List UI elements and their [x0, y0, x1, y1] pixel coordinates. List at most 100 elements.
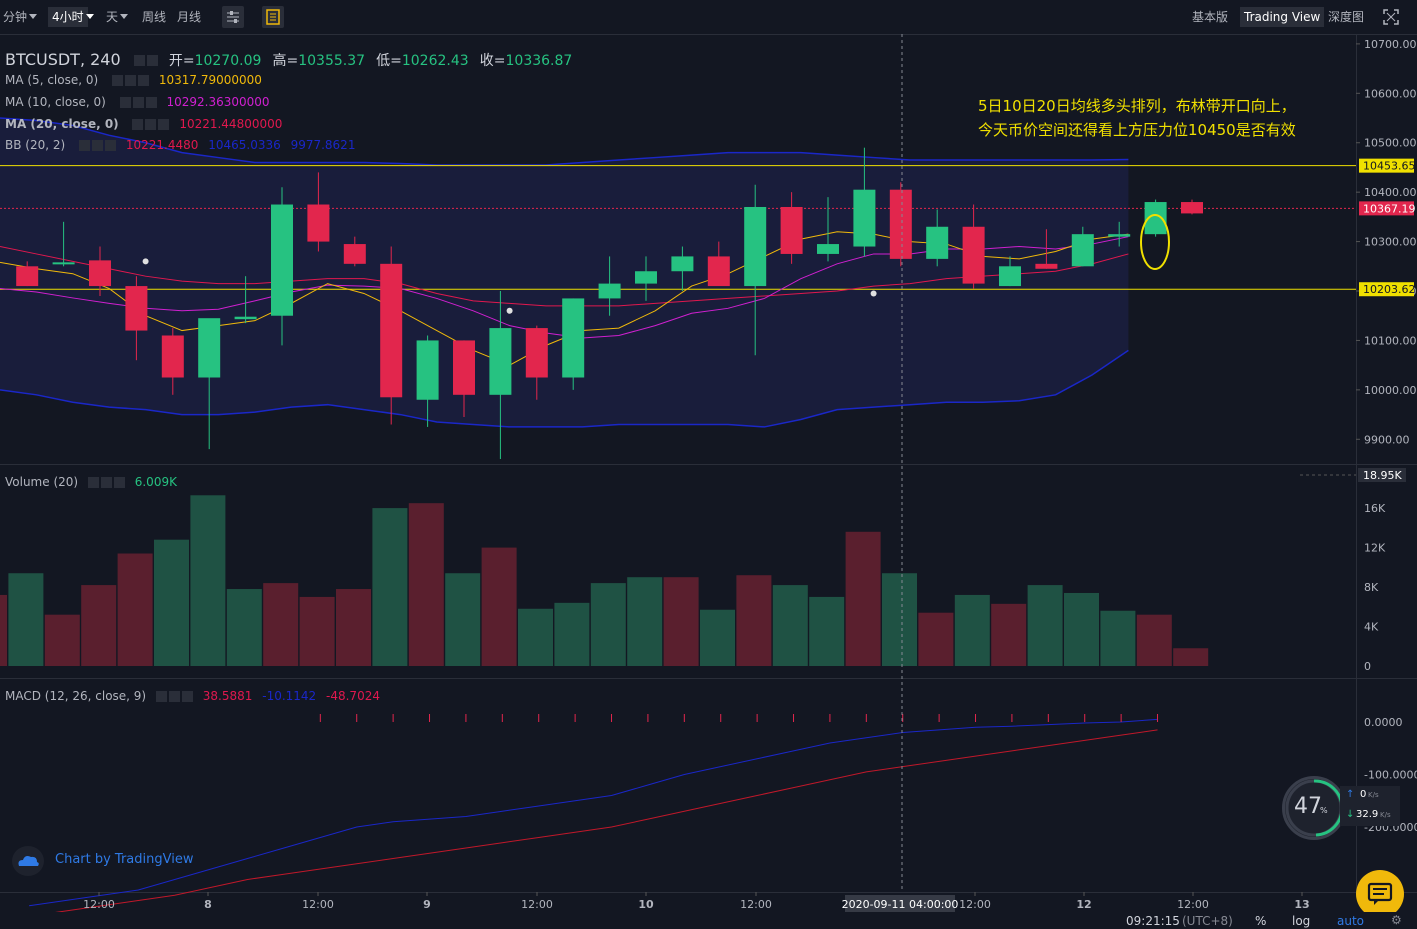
percent-toggle[interactable]: %: [1255, 914, 1266, 928]
settings-gear-icon[interactable]: ⚙: [1391, 913, 1402, 927]
ma10-value: 10292.36300000: [166, 95, 270, 109]
volume-bar: [81, 585, 117, 666]
gauge-unit: %: [1320, 806, 1328, 815]
candle-body: [926, 226, 949, 259]
ohlc-header: BTCUSDT, 240 开=10270.09 高=10355.37 低=102…: [5, 50, 572, 70]
bb-dot: [870, 290, 877, 297]
auto-toggle[interactable]: auto: [1337, 914, 1364, 928]
fullscreen-icon[interactable]: [1383, 9, 1399, 25]
volume-bar: [627, 577, 663, 666]
time-tick-label: 13: [1294, 898, 1309, 911]
annotation-line-2: 今天币价空间还得看上方压力位10450是否有效: [978, 121, 1296, 139]
gear-icon[interactable]: [168, 691, 180, 702]
price-tick-label: 10500.00: [1364, 137, 1417, 150]
price-tick-label: 10000.00: [1364, 384, 1417, 397]
volume-bar: [845, 531, 881, 666]
candle-body: [889, 189, 912, 259]
interval-day[interactable]: 天: [106, 7, 118, 27]
candle-body: [198, 318, 221, 378]
volume-bar: [518, 608, 553, 666]
macd-line: [29, 718, 1158, 907]
ma10-legend: MA (10, close, 0) 10292.36300000: [5, 95, 270, 109]
log-toggle[interactable]: log: [1292, 914, 1310, 928]
candle-body: [525, 328, 548, 378]
view-depth[interactable]: 深度图: [1328, 7, 1364, 27]
close-icon[interactable]: [105, 140, 117, 151]
time-tick-label: 12:00: [740, 898, 772, 911]
gear-icon[interactable]: [132, 97, 144, 108]
price-tag-label: 10203.62: [1363, 283, 1416, 296]
eye-icon[interactable]: [155, 691, 167, 702]
view-tradingview[interactable]: Trading View: [1240, 7, 1325, 27]
gear-icon[interactable]: [145, 119, 157, 130]
candle-body: [52, 262, 75, 265]
bb-lower-value: 9977.8621: [290, 138, 356, 152]
interval-4h[interactable]: 4小时: [48, 7, 88, 27]
bb-label: BB (20, 2): [5, 138, 66, 152]
chart-canvas[interactable]: 10700.00 10600.00 10500.00 10400.00 10300.00…: [0, 34, 1417, 912]
macd-tick-label: -100.0000: [1364, 769, 1417, 782]
volume-label: Volume (20): [5, 475, 79, 489]
time-tick-label: 12:00: [302, 898, 334, 911]
ma5-value: 10317.79000000: [158, 73, 262, 87]
volume-bar: [882, 573, 917, 666]
volume-bar: [991, 603, 1027, 666]
eye-icon[interactable]: [79, 140, 91, 151]
pane-separator: [0, 678, 1417, 679]
gear-icon[interactable]: [92, 140, 104, 151]
volume-top-tag-label: 18.95K: [1363, 469, 1402, 482]
price-tag-label: 10453.65: [1363, 160, 1416, 173]
macd-signal-value: -48.7024: [326, 689, 380, 703]
download-unit: K/s: [1380, 811, 1391, 819]
gear-icon[interactable]: [100, 477, 112, 488]
close-icon[interactable]: [181, 691, 193, 702]
eye-icon[interactable]: [112, 75, 124, 86]
volume-bar: [190, 495, 226, 666]
close-icon[interactable]: [158, 119, 170, 130]
bb-basis-value: 10221.4480: [125, 138, 199, 152]
feedback-button[interactable]: [1356, 870, 1404, 918]
crosshair-time-label: 2020-09-11 04:00:00: [842, 898, 959, 911]
eye-icon[interactable]: [119, 97, 131, 108]
annotation-line-1: 5日10日20日均线多头排列，布林带开口向上，: [978, 97, 1296, 115]
volume-bar: [226, 589, 262, 666]
candle-body: [1035, 263, 1058, 269]
ma5-label: MA (5, close, 0): [5, 73, 99, 87]
volume-bar: [1136, 614, 1172, 666]
volume-bar: [336, 589, 371, 666]
volume-value: 6.009K: [134, 475, 177, 489]
price-tick-label: 10100.00: [1364, 334, 1417, 347]
chat-icon: [1367, 882, 1393, 905]
close-icon[interactable]: [138, 75, 150, 86]
eye-icon[interactable]: [132, 119, 144, 130]
eye-icon[interactable]: [87, 477, 99, 488]
close-icon[interactable]: [113, 477, 125, 488]
price-tick-label: 9900.00: [1364, 433, 1410, 446]
volume-bar: [44, 614, 80, 666]
indicator-settings-icon[interactable]: [222, 6, 244, 28]
toolbar: 分钟 4小时 天 周线 月线 基本版 Trading View 深度图: [0, 0, 1417, 35]
gear-icon[interactable]: [125, 75, 137, 86]
interval-week[interactable]: 周线: [142, 7, 166, 27]
volume-tick-label: 8K: [1364, 581, 1379, 594]
interval-month[interactable]: 月线: [177, 7, 201, 27]
interval-minute[interactable]: 分钟: [3, 7, 27, 27]
volume-bar: [0, 594, 7, 666]
indicators-list-icon[interactable]: [262, 6, 284, 28]
candle-body: [489, 328, 512, 395]
timezone[interactable]: (UTC+8): [1182, 914, 1233, 928]
view-basic[interactable]: 基本版: [1192, 7, 1228, 27]
eye-icon[interactable]: [133, 55, 145, 66]
bb-upper-value: 10465.0336: [208, 138, 281, 152]
gear-icon[interactable]: [146, 55, 158, 66]
ma20-legend: MA (20, close, 0) 10221.44800000: [5, 117, 282, 131]
candle-body: [1108, 234, 1131, 237]
price-axis: 10700.00 10600.00 10500.00 10400.00 10300.00…: [1356, 38, 1417, 834]
close-icon[interactable]: [145, 97, 157, 108]
time-tick-label: 9: [423, 898, 431, 911]
bb-legend: BB (20, 2) 10221.4480 10465.0336 9977.86…: [5, 138, 355, 152]
candle-body: [598, 283, 621, 299]
macd-tick-label: 0.0000: [1364, 716, 1403, 729]
candle-body: [343, 244, 366, 264]
macd-line-value: -10.1142: [262, 689, 317, 703]
